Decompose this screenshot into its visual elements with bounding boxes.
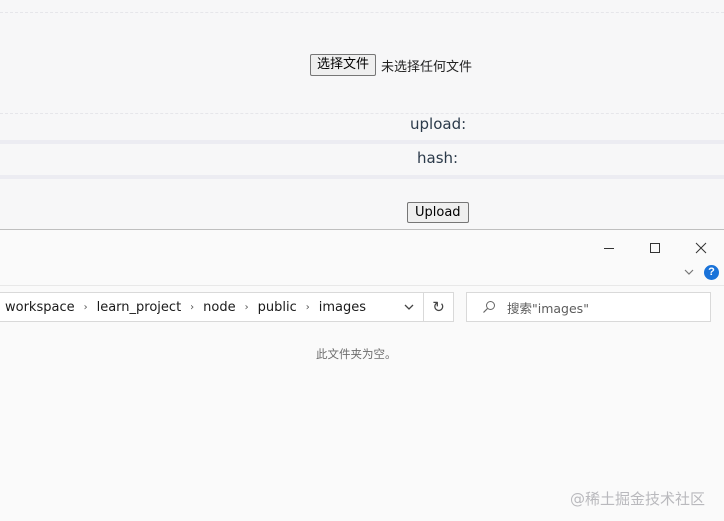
divider [0,113,724,114]
breadcrumb: workspace › learn_project › node › publi… [0,293,395,321]
breadcrumb-item[interactable]: images [319,300,366,315]
ribbon-expand-button[interactable] [682,265,696,279]
address-bar[interactable]: workspace › learn_project › node › publi… [0,292,454,322]
close-icon [695,242,707,254]
chevron-down-icon [404,304,414,310]
search-icon [481,299,497,315]
close-button[interactable] [678,235,724,261]
divider [0,175,724,179]
breadcrumb-item[interactable]: learn_project [97,300,182,315]
breadcrumb-separator-icon[interactable]: › [190,302,194,313]
breadcrumb-separator-icon[interactable]: › [306,302,310,313]
chevron-down-icon [684,269,694,275]
file-explorer-window: ? workspace › learn_project › node › pub… [0,229,724,521]
refresh-button[interactable]: ↻ [423,293,453,321]
choose-file-button[interactable]: 选择文件 [310,54,377,76]
maximize-icon [650,243,660,253]
help-icon[interactable]: ? [704,265,719,280]
watermark: @稀土掘金技术社区 [570,490,706,508]
upload-button[interactable]: Upload [407,202,469,223]
search-placeholder: 搜索"images" [507,300,589,316]
divider [0,140,724,144]
web-page: 选择文件 未选择任何文件 upload: hash: Upload [0,0,724,230]
empty-folder-message: 此文件夹为空。 [316,347,397,361]
minimize-button[interactable] [586,235,632,261]
breadcrumb-separator-icon[interactable]: › [245,302,249,313]
file-status-text: 未选择任何文件 [381,59,473,75]
address-history-dropdown[interactable] [395,293,423,321]
hash-label: hash: [417,149,459,167]
divider [0,12,724,13]
breadcrumb-separator-icon[interactable]: › [84,302,88,313]
maximize-button[interactable] [632,235,678,261]
breadcrumb-item[interactable]: node [203,300,235,315]
breadcrumb-item[interactable]: workspace [5,300,75,315]
search-input[interactable]: 搜索"images" [466,292,711,322]
upload-label: upload: [410,115,467,133]
breadcrumb-item[interactable]: public [258,300,297,315]
divider [0,285,724,286]
file-input: 选择文件 未选择任何文件 [310,53,472,77]
minimize-icon [604,248,614,249]
